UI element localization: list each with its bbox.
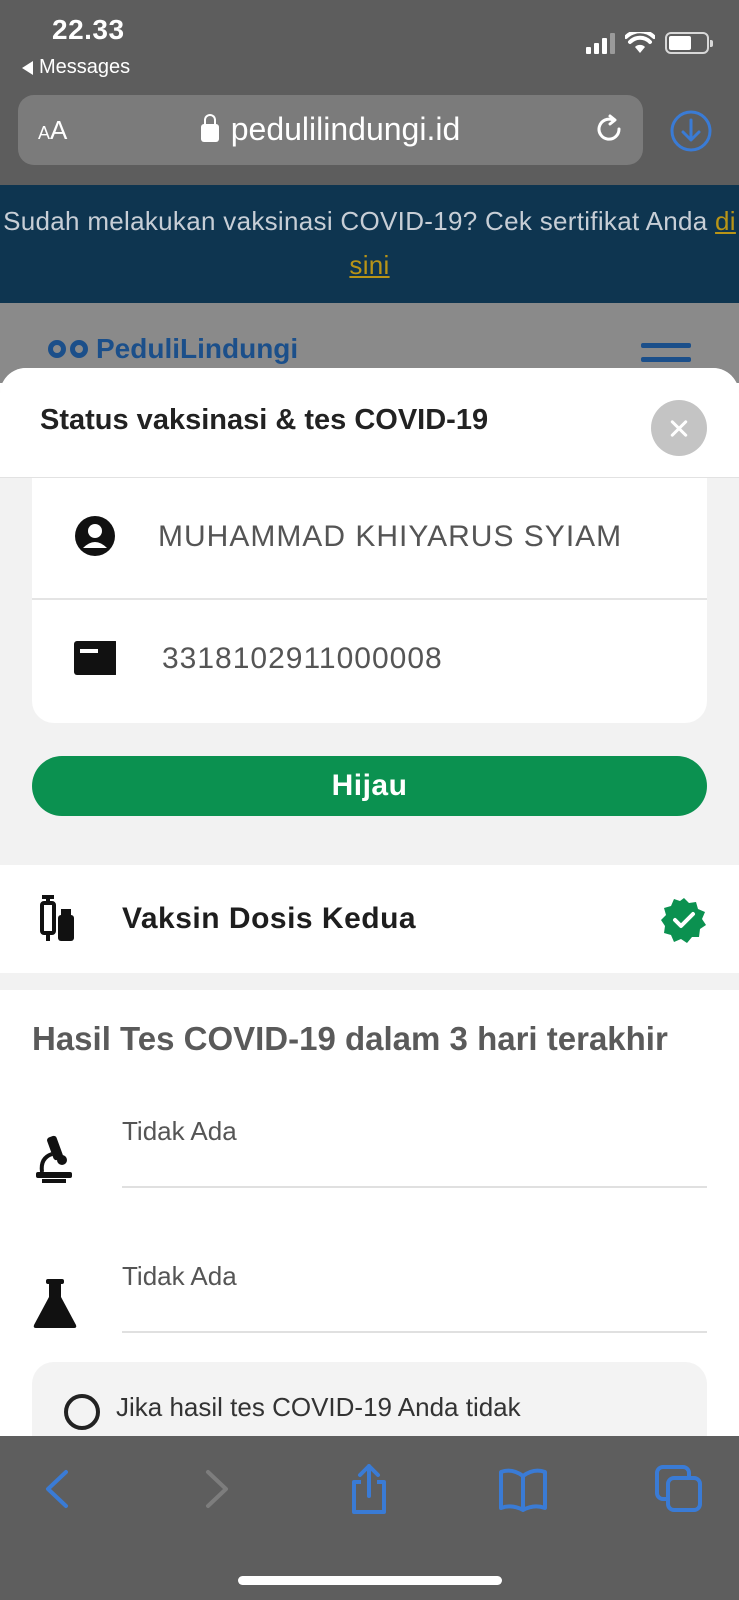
microscope-icon bbox=[36, 1135, 72, 1183]
test-result-antigen: Tidak Ada bbox=[0, 1235, 739, 1355]
downloads-icon[interactable] bbox=[669, 109, 713, 153]
battery-icon bbox=[665, 32, 713, 54]
tabs-icon[interactable] bbox=[654, 1464, 704, 1514]
cellular-signal-icon bbox=[586, 32, 615, 54]
address-bar[interactable]: AA pedulilindungi.id bbox=[18, 95, 643, 165]
test-result-pcr: Tidak Ada bbox=[0, 1090, 739, 1210]
id-card-icon bbox=[74, 641, 116, 675]
status-icons bbox=[586, 32, 713, 54]
certificate-banner: Sudah melakukan vaksinasi COVID-19? Cek … bbox=[0, 185, 739, 303]
vaccine-icon bbox=[40, 895, 74, 941]
close-button[interactable] bbox=[651, 400, 707, 456]
vaccine-status-text: Vaksin Dosis Kedua bbox=[122, 902, 417, 935]
identity-card: MUHAMMAD KHIYARUS SYIAM 3318102911000008 bbox=[32, 478, 707, 723]
logo-text: PeduliLindungi bbox=[96, 333, 299, 364]
logo-mark-icon bbox=[48, 340, 88, 358]
divider bbox=[122, 1186, 707, 1188]
lock-icon bbox=[200, 113, 219, 142]
info-icon bbox=[64, 1394, 100, 1430]
nik-row: 3318102911000008 bbox=[32, 600, 707, 722]
back-to-messages[interactable]: Messages bbox=[22, 56, 130, 79]
test-results-section: Hasil Tes COVID-19 dalam 3 hari terakhir… bbox=[0, 990, 739, 1438]
holder-name: MUHAMMAD KHIYARUS SYIAM bbox=[158, 520, 623, 553]
wifi-icon bbox=[625, 32, 655, 53]
bookmarks-icon[interactable] bbox=[498, 1464, 548, 1514]
info-text: Jika hasil tes COVID-19 Anda tidak bbox=[116, 1392, 521, 1422]
tests-title: Hasil Tes COVID-19 dalam 3 hari terakhir bbox=[32, 1020, 668, 1057]
sheet-title: Status vaksinasi & tes COVID-19 bbox=[40, 404, 489, 436]
home-indicator[interactable] bbox=[238, 1576, 502, 1585]
forward-chevron-icon[interactable] bbox=[190, 1464, 240, 1514]
verified-badge-icon bbox=[661, 898, 706, 943]
divider bbox=[122, 1331, 707, 1333]
sheet-header: Status vaksinasi & tes COVID-19 bbox=[0, 368, 739, 478]
url-display[interactable]: pedulilindungi.id bbox=[18, 111, 643, 148]
status-time: 22.33 bbox=[52, 14, 125, 45]
status-sheet: Status vaksinasi & tes COVID-19 MUHAMMAD… bbox=[0, 368, 739, 1438]
safari-top-chrome: 22.33 Messages AA pedulilindungi.id bbox=[0, 0, 739, 185]
back-triangle-icon bbox=[22, 60, 33, 75]
person-icon bbox=[75, 516, 115, 556]
url-text: pedulilindungi.id bbox=[230, 111, 461, 147]
health-status-badge: Hijau bbox=[32, 756, 707, 816]
flask-icon bbox=[33, 1279, 77, 1328]
info-notice: Jika hasil tes COVID-19 Anda tidak bbox=[32, 1362, 707, 1438]
back-chevron-icon[interactable] bbox=[34, 1464, 84, 1514]
test-result-text: Tidak Ada bbox=[122, 1116, 237, 1146]
site-logo[interactable]: PeduliLindungi bbox=[48, 333, 298, 365]
test-result-text: Tidak Ada bbox=[122, 1261, 237, 1291]
safari-bottom-toolbar bbox=[0, 1436, 739, 1600]
banner-text: Sudah melakukan vaksinasi COVID-19? Cek … bbox=[3, 206, 708, 236]
back-app-label: Messages bbox=[39, 56, 131, 78]
name-row: MUHAMMAD KHIYARUS SYIAM bbox=[32, 478, 707, 600]
share-icon[interactable] bbox=[344, 1464, 394, 1514]
reload-icon[interactable] bbox=[593, 113, 625, 145]
nik-number: 3318102911000008 bbox=[162, 642, 443, 675]
vaccine-status-row[interactable]: Vaksin Dosis Kedua bbox=[0, 865, 739, 973]
